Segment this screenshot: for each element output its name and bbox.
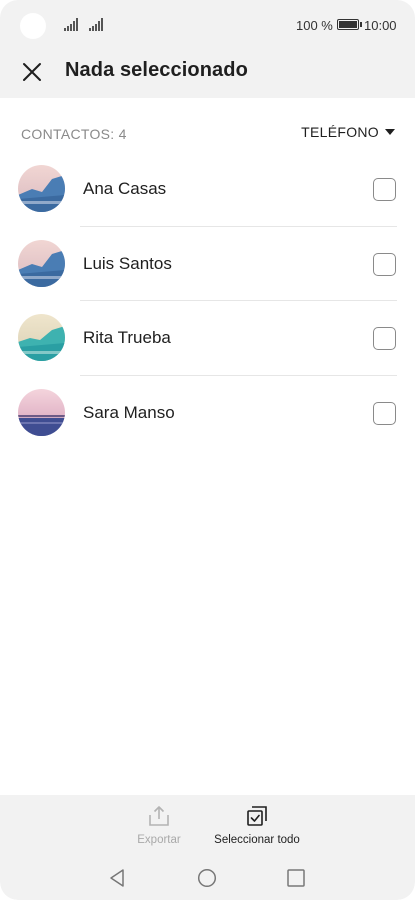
contact-name: Luis Santos: [83, 253, 172, 273]
export-icon: [149, 806, 169, 826]
page-title: Nada seleccionado: [65, 59, 248, 81]
avatar: [18, 165, 65, 212]
avatar: [18, 388, 65, 436]
close-button[interactable]: [14, 54, 50, 90]
contact-checkbox[interactable]: [373, 252, 396, 276]
close-icon: [23, 63, 41, 81]
contact-checkbox[interactable]: [373, 401, 396, 425]
signal-icon: [89, 18, 103, 31]
contact-name: Sara Manso: [83, 402, 175, 422]
source-dropdown-label: TELÉFONO: [301, 124, 379, 140]
export-button[interactable]: Exportar: [125, 804, 193, 846]
contacts-count: CONTACTOS: 4: [21, 126, 127, 142]
camera-cutout: [20, 13, 46, 39]
caret-down-icon: [385, 129, 395, 135]
contact-row[interactable]: Rita Trueba: [0, 301, 415, 376]
recent-square-icon[interactable]: [286, 868, 306, 888]
app-bar: Nada seleccionado: [0, 50, 415, 98]
contact-row[interactable]: Sara Manso: [0, 376, 415, 451]
phone-screen: 100 % 10:00 Nada seleccionado CONTACTOS:…: [0, 0, 415, 900]
status-bar: 100 % 10:00: [0, 0, 415, 50]
contact-row[interactable]: Ana Casas: [0, 152, 415, 227]
back-triangle-icon[interactable]: [108, 868, 128, 888]
signal-icon: [64, 18, 78, 31]
list-header: CONTACTOS: 4 TELÉFONO: [0, 118, 415, 148]
export-label: Exportar: [137, 834, 181, 846]
select-all-button[interactable]: Seleccionar todo: [207, 804, 307, 846]
source-dropdown[interactable]: TELÉFONO: [301, 124, 395, 140]
status-clock: 10:00: [364, 18, 397, 33]
contact-row[interactable]: Luis Santos: [0, 227, 415, 301]
contact-name: Rita Trueba: [83, 328, 171, 347]
contact-list: Ana Casas Luis Santos Rita Trueba Sara M…: [0, 152, 415, 450]
contact-checkbox[interactable]: [373, 178, 396, 201]
home-circle-icon[interactable]: [197, 868, 217, 888]
contact-name: Ana Casas: [83, 179, 167, 198]
battery-icon: [337, 19, 362, 30]
avatar: [18, 239, 65, 287]
select-all-icon: [247, 806, 267, 826]
battery-percentage: 100 %: [296, 18, 333, 33]
select-all-label: Seleccionar todo: [214, 834, 300, 846]
contact-checkbox[interactable]: [373, 327, 396, 350]
avatar: [18, 314, 65, 361]
